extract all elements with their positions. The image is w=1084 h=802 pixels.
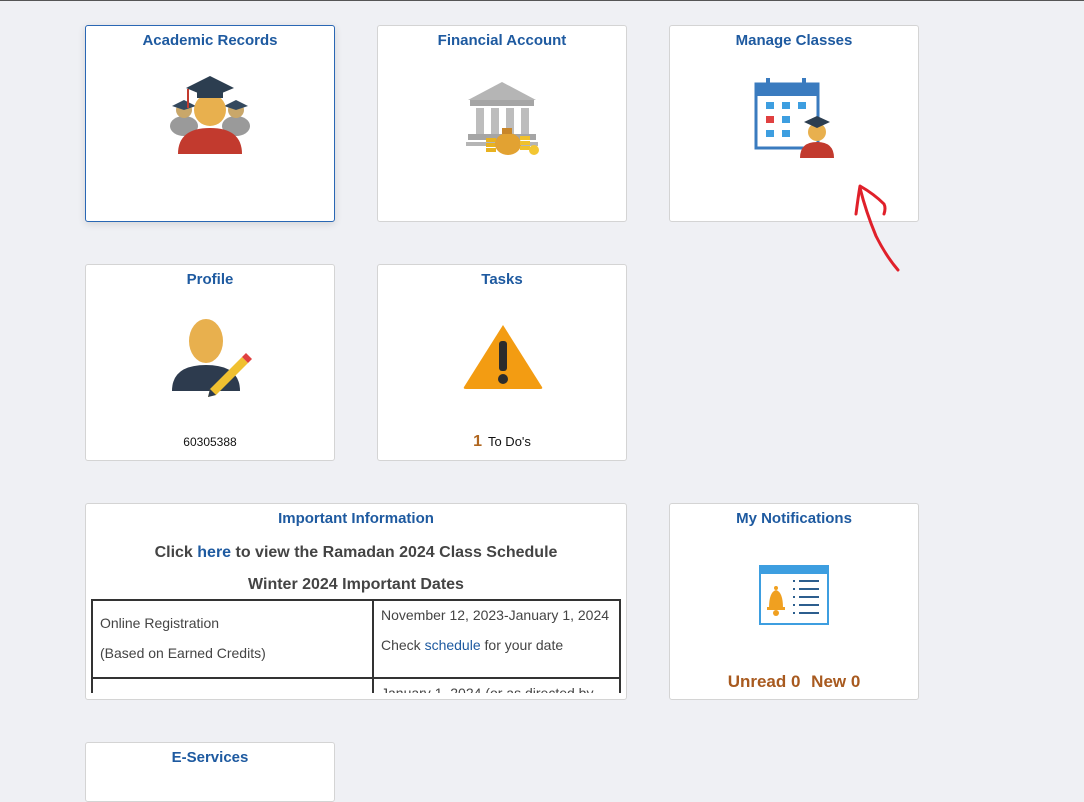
- tile-profile[interactable]: Profile 60305388: [85, 264, 335, 461]
- tile-tasks[interactable]: Tasks 1 To Do's: [377, 264, 627, 461]
- table-row: Online Registration (Based on Earned Cre…: [91, 599, 621, 679]
- table-row: January 1, 2024 (or as directed by: [91, 677, 621, 693]
- todo-count: 1: [473, 433, 482, 450]
- notification-counts: Unread 0 New 0: [670, 672, 918, 692]
- calendar-student-icon: [754, 78, 834, 158]
- table-cell: January 1, 2024 (or as directed by: [372, 677, 621, 693]
- top-border: [0, 0, 1084, 1]
- user-edit-icon: [172, 319, 252, 397]
- tile-title: Academic Records: [142, 32, 278, 49]
- table-cell: Online Registration (Based on Earned Cre…: [91, 599, 374, 679]
- annotation-arrow-icon: [854, 184, 900, 272]
- todo-summary: 1 To Do's: [378, 433, 626, 451]
- todo-label: To Do's: [487, 434, 531, 449]
- tile-title: Manage Classes: [735, 32, 853, 49]
- tile-academic-records[interactable]: Academic Records: [85, 25, 335, 222]
- tile-title: Tasks: [481, 271, 523, 288]
- tile-important-information[interactable]: Important Information Click here to view…: [85, 503, 627, 700]
- bell-list-icon: [759, 565, 829, 625]
- ramadan-schedule-line: Click here to view the Ramadan 2024 Clas…: [154, 544, 558, 561]
- tile-e-services[interactable]: E-Services: [85, 742, 335, 802]
- new-count: New 0: [811, 672, 861, 691]
- graduates-icon: [170, 76, 250, 154]
- winter-dates-heading: Winter 2024 Important Dates: [248, 576, 464, 593]
- info-content: Click here to view the Ramadan 2024 Clas…: [86, 534, 626, 693]
- tile-title: Financial Account: [437, 32, 567, 49]
- table-cell: [91, 677, 374, 693]
- tile-my-notifications[interactable]: My Notifications Unread 0 New 0: [669, 503, 919, 700]
- tile-title: E-Services: [171, 749, 249, 766]
- schedule-link[interactable]: schedule: [425, 637, 481, 653]
- tile-title: Profile: [186, 271, 234, 288]
- tile-financial-account[interactable]: Financial Account: [377, 25, 627, 222]
- warning-icon: [463, 325, 543, 389]
- important-dates-table: Online Registration (Based on Earned Cre…: [91, 599, 621, 693]
- unread-count: Unread 0: [727, 672, 801, 691]
- tile-title: My Notifications: [736, 510, 852, 527]
- bank-money-icon: [466, 82, 539, 155]
- tile-title: Important Information: [278, 510, 434, 527]
- student-id: 60305388: [183, 435, 237, 449]
- here-link[interactable]: here: [197, 544, 231, 561]
- table-cell: November 12, 2023-January 1, 2024 Check …: [372, 599, 621, 679]
